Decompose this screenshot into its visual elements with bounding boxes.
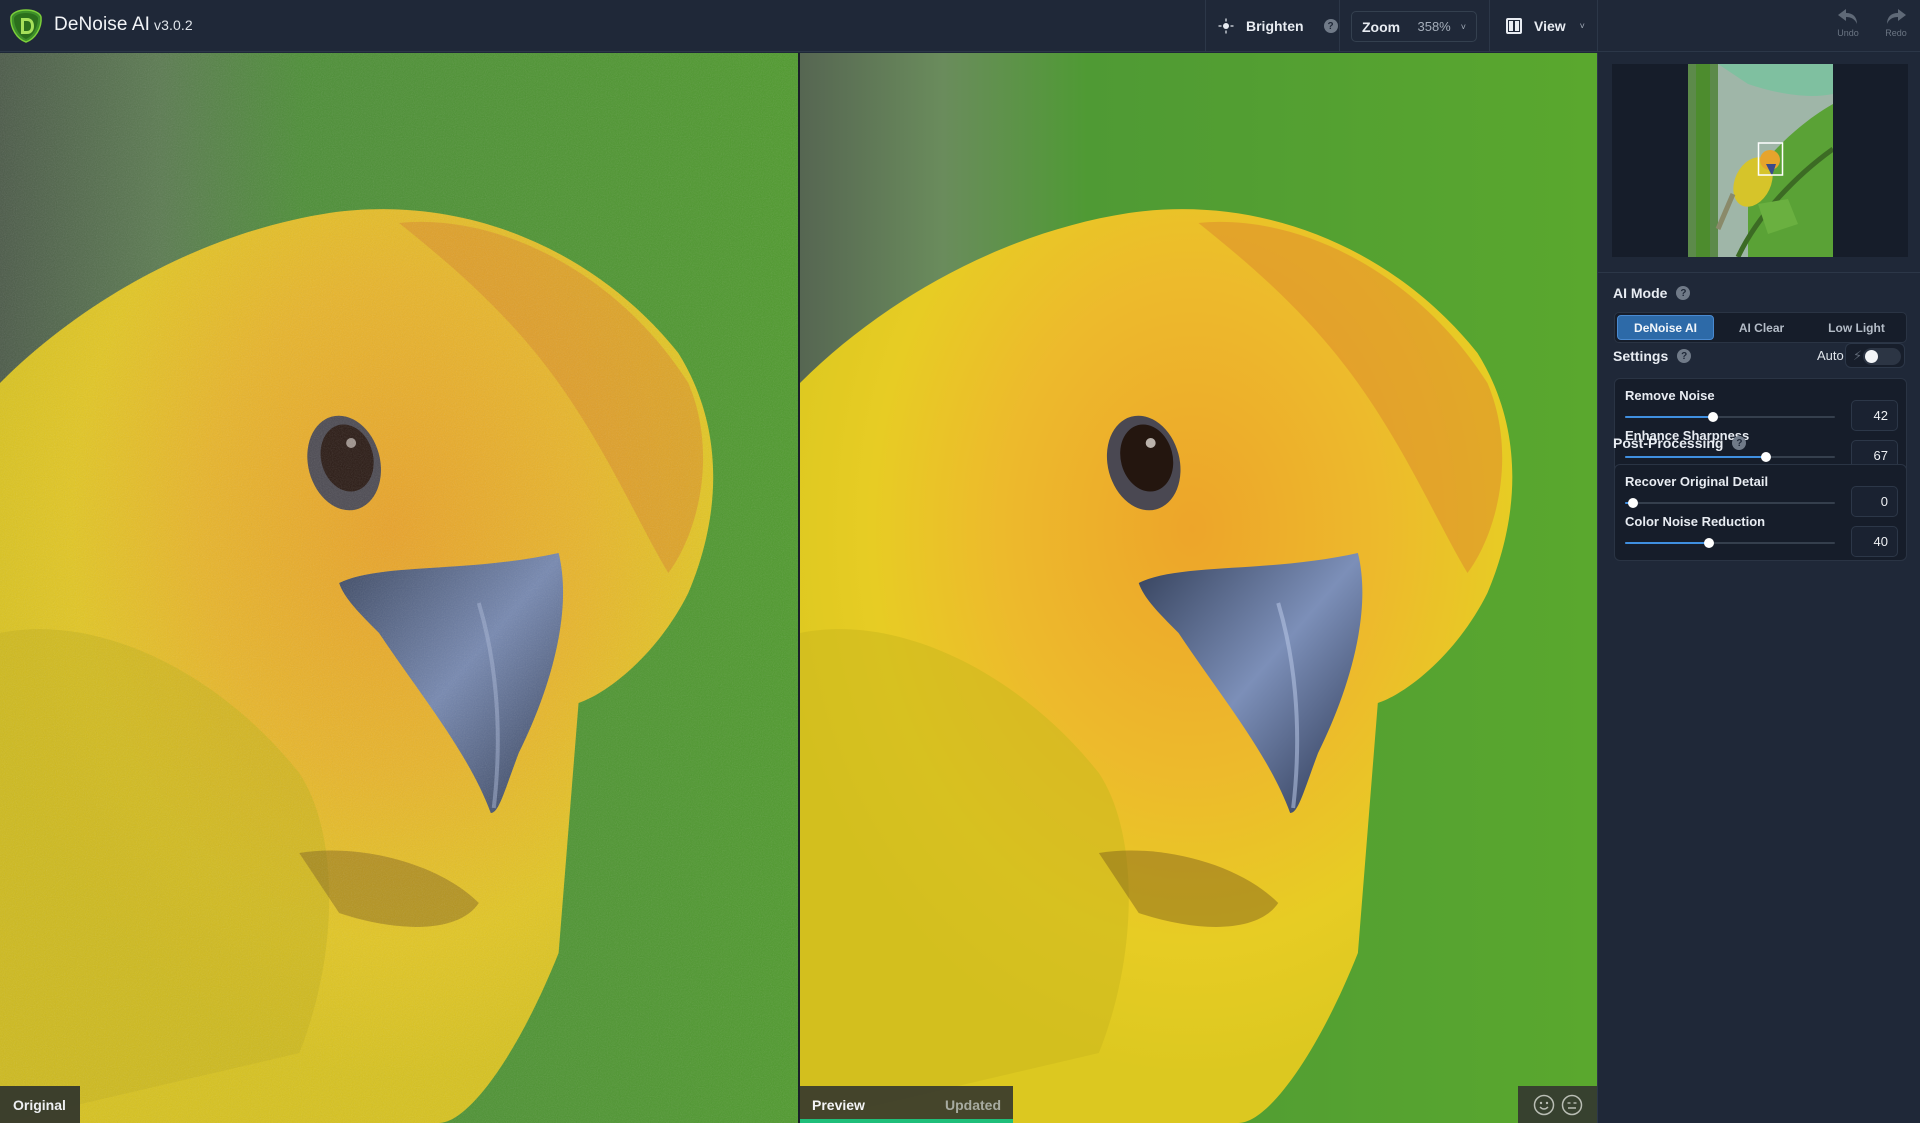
- split-view-icon: [1506, 18, 1522, 34]
- preview-status: Updated: [945, 1096, 1001, 1113]
- redo-arrow-icon: [1887, 9, 1906, 24]
- slider-label: Recover Original Detail: [1625, 474, 1769, 489]
- original-label: Original: [0, 1086, 80, 1123]
- ai-mode-ai-clear[interactable]: AI Clear: [1714, 315, 1809, 340]
- post-processing-title: Post-Processing ?: [1613, 435, 1747, 451]
- slider-recover-original-detail: Recover Original Detail: [1625, 474, 1900, 518]
- brighten-label: Brighten: [1246, 18, 1304, 34]
- ai-mode-title: AI Mode ?: [1613, 285, 1691, 301]
- settings-label: Settings: [1613, 348, 1669, 364]
- chevron-down-icon: ˅: [1579, 21, 1585, 31]
- app-version: v3.0.2: [154, 17, 193, 33]
- ai-mode-label: AI Mode: [1613, 285, 1668, 301]
- ai-mode-help-icon[interactable]: ?: [1676, 286, 1691, 300]
- header-divider: [1489, 0, 1490, 52]
- slider-color-noise-reduction: Color Noise Reduction: [1625, 514, 1900, 558]
- auto-label: Auto: [1817, 348, 1844, 363]
- toggle-knob: [1865, 350, 1878, 363]
- topaz-logo-icon: [10, 9, 42, 43]
- slider-thumb[interactable]: [1760, 452, 1771, 462]
- preview-progress-bar: [800, 1119, 1013, 1123]
- slider-fill: [1625, 456, 1766, 458]
- slider-label: Color Noise Reduction: [1625, 514, 1766, 529]
- settings-help-icon[interactable]: ?: [1677, 349, 1692, 363]
- navigator-thumbnail[interactable]: [1612, 64, 1908, 257]
- chevron-down-icon: ˅: [1460, 21, 1466, 32]
- header-divider: [1597, 0, 1598, 52]
- settings-title: Settings ?: [1613, 348, 1692, 364]
- navigator-image: [1688, 64, 1833, 257]
- slider-fill: [1625, 542, 1709, 544]
- image-compare-area[interactable]: Original Preview Updated: [0, 53, 1597, 1123]
- post-processing-help-icon[interactable]: ?: [1732, 436, 1747, 450]
- redo-button[interactable]: Redo: [1878, 8, 1914, 38]
- auto-toggle[interactable]: ⚡: [1845, 343, 1905, 368]
- brighten-toggle[interactable]: Brighten ?: [1218, 0, 1338, 52]
- divider: [1598, 272, 1920, 273]
- remove-noise-input[interactable]: [1851, 400, 1898, 431]
- redo-label: Redo: [1885, 28, 1907, 38]
- recover-detail-input[interactable]: [1851, 486, 1898, 517]
- slider-remove-noise: Remove Noise: [1625, 388, 1900, 432]
- header-divider: [1339, 0, 1340, 52]
- brighten-help-icon[interactable]: ?: [1323, 19, 1338, 33]
- slider-label: Remove Noise: [1625, 388, 1715, 403]
- zoom-value: 358%: [1417, 19, 1451, 34]
- post-processing-panel: Recover Original Detail Color Noise Redu…: [1614, 464, 1907, 561]
- color-noise-input[interactable]: [1851, 526, 1898, 557]
- slider-track[interactable]: [1625, 498, 1835, 508]
- slider-track[interactable]: [1625, 452, 1835, 462]
- slider-thumb[interactable]: [1708, 412, 1719, 422]
- header-divider: [1205, 0, 1206, 52]
- slider-track[interactable]: [1625, 538, 1835, 548]
- slider-fill: [1625, 416, 1714, 418]
- undo-label: Undo: [1837, 28, 1859, 38]
- toggle-track: [1863, 348, 1901, 365]
- settings-panel: Remove Noise Enhance Sharpness: [1614, 378, 1907, 475]
- slider-track[interactable]: [1625, 412, 1835, 422]
- neutral-face-icon[interactable]: [1561, 1094, 1583, 1116]
- preview-pane[interactable]: Preview Updated: [800, 53, 1597, 1123]
- zoom-dropdown[interactable]: Zoom 358% ˅: [1351, 11, 1477, 42]
- smile-face-icon[interactable]: [1533, 1094, 1555, 1116]
- ai-mode-low-light[interactable]: Low Light: [1809, 315, 1904, 340]
- slider-thumb[interactable]: [1704, 538, 1714, 548]
- lightning-bolt-icon: ⚡: [1853, 348, 1863, 363]
- ai-mode-selector: DeNoise AI AI Clear Low Light: [1614, 312, 1907, 343]
- view-label: View: [1534, 18, 1566, 34]
- preview-photo: [800, 53, 1597, 1123]
- undo-button[interactable]: Undo: [1830, 8, 1866, 38]
- app-name: DeNoise AI: [54, 14, 151, 35]
- view-dropdown[interactable]: View ˅: [1506, 0, 1585, 52]
- undo-arrow-icon: [1838, 9, 1857, 24]
- settings-sidebar: AI Mode ? DeNoise AI AI Clear Low Light …: [1597, 53, 1920, 1123]
- zoom-label: Zoom: [1362, 18, 1401, 35]
- post-processing-label: Post-Processing: [1613, 435, 1724, 451]
- original-pane[interactable]: Original: [0, 53, 798, 1123]
- app-title: DeNoise AI v3.0.2: [54, 14, 193, 36]
- preview-status-bar: Preview Updated: [800, 1086, 1013, 1123]
- app-header: DeNoise AI v3.0.2 Brighten ? Zoom 358% ˅ …: [0, 0, 1920, 52]
- sun-icon: [1218, 18, 1234, 34]
- preview-label: Preview: [812, 1096, 865, 1113]
- ai-mode-denoise-ai[interactable]: DeNoise AI: [1617, 315, 1714, 340]
- slider-thumb[interactable]: [1628, 498, 1639, 508]
- feedback-controls: [1518, 1086, 1597, 1123]
- original-photo: [0, 53, 798, 1123]
